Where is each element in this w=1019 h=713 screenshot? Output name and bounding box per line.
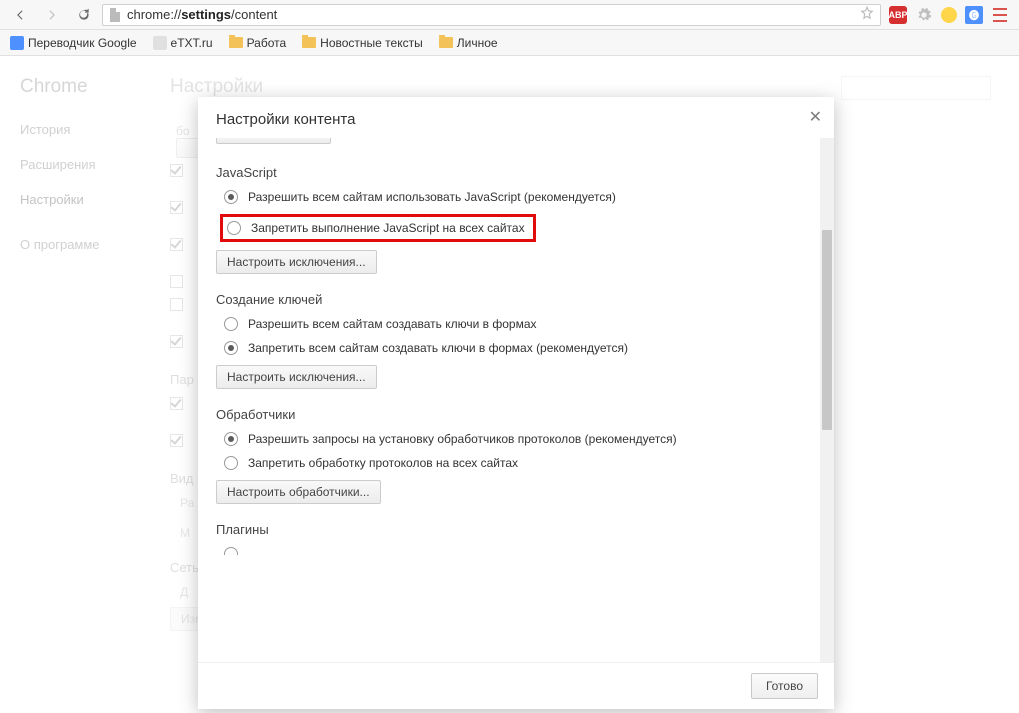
radio-js-block[interactable]: Запретить выполнение JavaScript на всех … <box>227 221 525 235</box>
scrollbar-thumb[interactable] <box>822 230 832 430</box>
done-button[interactable]: Готово <box>751 673 818 699</box>
url-host: settings <box>181 7 231 22</box>
extension-yellow-icon[interactable] <box>941 7 957 23</box>
browser-toolbar: chrome://settings/content ABP 🅖 <box>0 0 1019 30</box>
radio-label: Разрешить всем сайтам создавать ключи в … <box>248 317 537 331</box>
radio-label: Разрешить всем сайтам использовать JavaS… <box>248 190 616 204</box>
extension-icons: ABP 🅖 <box>885 6 1013 24</box>
reload-icon <box>77 8 91 22</box>
bookmark-translator[interactable]: Переводчик Google <box>10 36 137 50</box>
url-prefix: chrome:// <box>127 7 181 22</box>
scrollbar-track[interactable] <box>820 138 834 662</box>
radio-icon <box>227 221 241 235</box>
section-keys-title: Создание ключей <box>216 292 816 307</box>
bookmark-label: Переводчик Google <box>28 36 137 50</box>
radio-icon <box>224 456 238 470</box>
radio-keys-block[interactable]: Запретить всем сайтам создавать ключи в … <box>224 341 816 355</box>
radio-label: Запретить всем сайтам создавать ключи в … <box>248 341 628 355</box>
bookmark-work[interactable]: Работа <box>229 36 287 50</box>
arrow-left-icon <box>13 8 27 22</box>
dialog-close-button[interactable]: ✕ <box>809 107 822 127</box>
section-javascript-title: JavaScript <box>216 165 816 180</box>
reload-button[interactable] <box>70 3 98 27</box>
radio-icon <box>224 317 238 331</box>
radio-icon <box>224 547 238 555</box>
handlers-exceptions-button[interactable]: Настроить обработчики... <box>216 480 381 504</box>
bookmark-icon <box>153 36 167 50</box>
radio-icon <box>224 432 238 446</box>
folder-icon <box>302 37 316 48</box>
google-translate-icon[interactable]: 🅖 <box>965 6 983 24</box>
bookmark-label: Новостные тексты <box>320 36 423 50</box>
radio-js-allow[interactable]: Разрешить всем сайтам использовать JavaS… <box>224 190 816 204</box>
dialog-header: Настройки контента ✕ <box>198 97 834 138</box>
folder-icon <box>229 37 243 48</box>
url-path: /content <box>231 7 277 22</box>
bookmarks-bar: Переводчик Google eTXT.ru Работа Новостн… <box>0 30 1019 56</box>
omnibox[interactable]: chrome://settings/content <box>102 4 881 26</box>
radio-label: Запретить обработку протоколов на всех с… <box>248 456 518 470</box>
dialog-body: ............................ JavaScript … <box>198 138 834 662</box>
radio-keys-allow[interactable]: Разрешить всем сайтам создавать ключи в … <box>224 317 816 331</box>
bookmark-label: Работа <box>247 36 287 50</box>
bookmark-star-icon[interactable] <box>860 6 874 23</box>
dialog-title: Настройки контента <box>216 111 355 128</box>
bookmark-news[interactable]: Новостные тексты <box>302 36 423 50</box>
page-icon <box>109 8 121 22</box>
menu-button[interactable] <box>991 6 1009 24</box>
menu-icon <box>993 8 1007 10</box>
radio-icon <box>224 190 238 204</box>
keys-exceptions-button[interactable]: Настроить исключения... <box>216 365 377 389</box>
url-text: chrome://settings/content <box>127 7 854 22</box>
radio-label: Запретить выполнение JavaScript на всех … <box>251 221 525 235</box>
radio-plugins-partial[interactable] <box>224 547 816 555</box>
arrow-right-icon <box>45 8 59 22</box>
folder-icon <box>439 37 453 48</box>
section-handlers-title: Обработчики <box>216 407 816 422</box>
forward-button[interactable] <box>38 3 66 27</box>
bookmark-personal[interactable]: Личное <box>439 36 498 50</box>
extension-gear-icon[interactable] <box>915 6 933 24</box>
section-plugins-title: Плагины <box>216 522 816 537</box>
bookmark-icon <box>10 36 24 50</box>
bookmark-label: Личное <box>457 36 498 50</box>
js-exceptions-button[interactable]: Настроить исключения... <box>216 250 377 274</box>
bookmark-etxt[interactable]: eTXT.ru <box>153 36 213 50</box>
radio-handlers-allow[interactable]: Разрешить запросы на установку обработчи… <box>224 432 816 446</box>
truncated-exceptions-button[interactable]: ............................ <box>216 138 331 144</box>
highlighted-option: Запретить выполнение JavaScript на всех … <box>220 214 536 242</box>
content-settings-dialog: Настройки контента ✕ ...................… <box>198 97 834 709</box>
back-button[interactable] <box>6 3 34 27</box>
bookmark-label: eTXT.ru <box>171 36 213 50</box>
radio-handlers-block[interactable]: Запретить обработку протоколов на всех с… <box>224 456 816 470</box>
adblock-icon[interactable]: ABP <box>889 6 907 24</box>
radio-icon <box>224 341 238 355</box>
radio-label: Разрешить запросы на установку обработчи… <box>248 432 677 446</box>
dialog-footer: Готово <box>198 662 834 709</box>
